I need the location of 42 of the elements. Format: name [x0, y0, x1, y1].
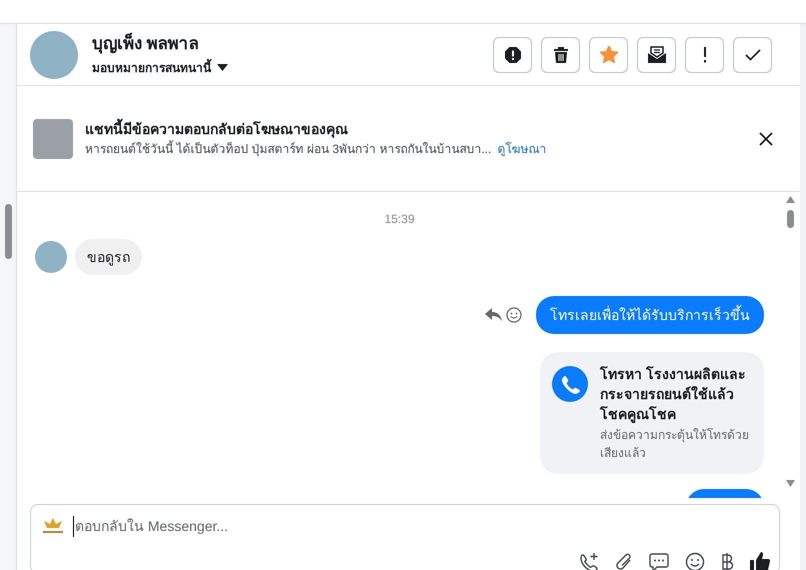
phone-icon — [552, 366, 588, 402]
phone-add-icon[interactable] — [579, 552, 599, 570]
emoji-icon[interactable] — [685, 552, 705, 570]
star-icon — [600, 46, 618, 63]
report-spam-button[interactable] — [493, 36, 532, 72]
emoji-icon[interactable] — [506, 307, 522, 323]
close-icon — [759, 132, 773, 146]
contact-name: บุญเพ็ง พลพาล — [92, 32, 200, 54]
envelope-icon — [646, 46, 666, 64]
scrollbar-thumb[interactable] — [787, 210, 794, 228]
call-card-subtitle: ส่งข้อความกระตุ้นให้โทรด้วยเสียงแล้ว — [600, 427, 750, 462]
baht-icon[interactable] — [721, 552, 733, 570]
assign-dropdown[interactable]: มอบหมายการสนทนานี้ — [92, 58, 228, 76]
scroll-down-icon[interactable] — [786, 480, 795, 487]
check-icon — [744, 48, 760, 60]
outgoing-message: โทรเลยเพื่อให้ได้รับบริการเร็วขึ้น — [536, 296, 764, 334]
mark-unread-button[interactable] — [637, 36, 676, 72]
timestamp: 15:39 — [384, 211, 415, 227]
view-ad-link[interactable]: ดูโฆษณา — [497, 140, 546, 158]
incoming-message: ขอดูรถ — [75, 239, 142, 275]
thumbs-up-icon[interactable] — [749, 551, 771, 570]
caret-icon — [217, 64, 228, 71]
paperclip-icon[interactable] — [615, 552, 633, 570]
reply-input[interactable]: ตอบกลับใน Messenger... — [73, 516, 771, 536]
ad-text: หารถยนต์ใช้วันนี้ ได้เป็นตัวท็อป ปุ่มสตาร์ท ผ่อน 3พันกว่า หารถกันในบ้านสบา... — [85, 140, 492, 158]
chat-bubble-icon[interactable] — [649, 552, 669, 570]
avatar — [30, 30, 78, 78]
ad-reply-title: แชทนี้มีข้อความตอบกลับต่อโฆษณาของคุณ — [85, 119, 758, 139]
call-card-title: โทรหา โรงงานผลิตและกระจายรถยนต์ใช้แล้ว โชคคูณโชค — [600, 365, 747, 424]
close-button[interactable] — [758, 130, 774, 146]
trash-icon — [552, 46, 568, 64]
star-button[interactable] — [589, 36, 628, 72]
scrollbar-thumb[interactable] — [5, 204, 12, 259]
done-button[interactable] — [733, 36, 772, 72]
delete-button[interactable] — [541, 36, 580, 72]
alert-octagon-icon — [504, 46, 522, 64]
reply-field[interactable]: ตอบกลับใน Messenger... — [30, 504, 780, 570]
reply-icon[interactable] — [485, 308, 502, 322]
exclamation-icon — [702, 46, 706, 62]
avatar — [35, 241, 67, 273]
car-photo-placeholder — [33, 118, 73, 158]
scroll-up-icon[interactable] — [786, 196, 795, 203]
